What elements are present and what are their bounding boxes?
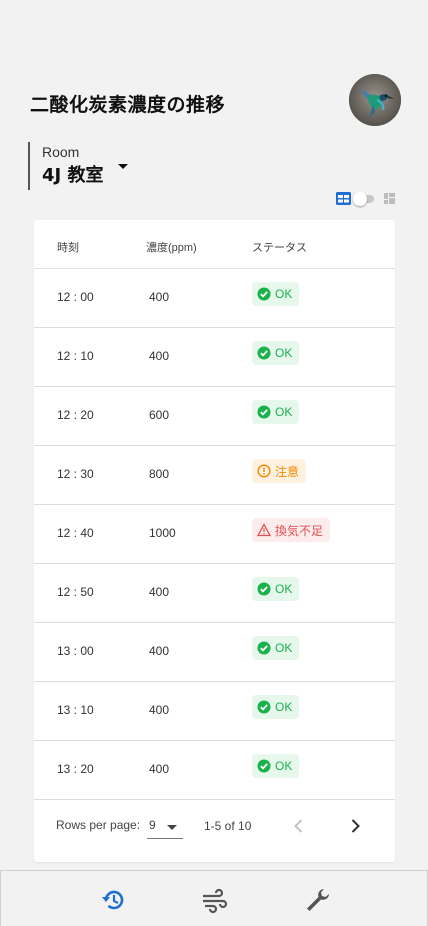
check-circle-icon (257, 405, 271, 419)
ppm-cell: 400 (149, 585, 170, 599)
table-row[interactable]: 12 : 00 400 OK (34, 269, 395, 328)
status-label: 注意 (275, 464, 300, 479)
rows-per-page-label: Rows per page: (56, 818, 141, 832)
check-circle-icon (257, 582, 271, 596)
time-cell: 12 : 30 (57, 467, 94, 481)
table-header: 時刻 濃度(ppm) ステータス (34, 220, 395, 269)
time-cell: 13 : 00 (57, 644, 94, 658)
status-badge: OK (252, 754, 300, 778)
toggle-knob (353, 192, 367, 206)
column-header-time[interactable]: 時刻 (57, 239, 79, 255)
data-table-card: 時刻 濃度(ppm) ステータス 12 : 00 400 OK 12 : 10 400 O… (34, 220, 395, 862)
ppm-cell: 400 (149, 703, 170, 717)
ppm-cell: 400 (149, 762, 170, 776)
bottom-navigation (0, 870, 428, 926)
status-label: OK (275, 346, 293, 360)
wrench-icon[interactable] (303, 886, 331, 914)
status-badge: OK (252, 400, 300, 424)
check-circle-icon (257, 700, 271, 714)
table-row[interactable]: 12 : 30 800 注意 (34, 446, 395, 505)
status-badge: OK (252, 341, 300, 365)
time-cell: 13 : 10 (57, 703, 94, 717)
time-cell: 12 : 50 (57, 585, 94, 599)
chevron-left-icon[interactable] (289, 816, 309, 836)
column-header-status[interactable]: ステータス (252, 239, 307, 255)
table-row[interactable]: 13 : 10 400 OK (34, 682, 395, 741)
history-icon[interactable] (99, 886, 127, 914)
check-circle-icon (257, 287, 271, 301)
status-badge: 注意 (252, 459, 307, 483)
check-circle-icon (257, 641, 271, 655)
check-circle-icon (257, 759, 271, 773)
wind-icon[interactable] (201, 886, 229, 914)
status-label: OK (275, 759, 293, 773)
header: 二酸化炭素濃度の推移 (30, 74, 402, 126)
table-icon[interactable] (336, 192, 351, 205)
time-cell: 12 : 40 (57, 526, 94, 540)
status-badge: 換気不足 (252, 518, 331, 542)
rows-per-page-select[interactable]: 9 (147, 817, 183, 839)
grid-icon[interactable] (384, 193, 395, 204)
status-label: OK (275, 641, 293, 655)
caret-down-icon (167, 825, 177, 830)
ppm-cell: 600 (149, 408, 170, 422)
page-range: 1-5 of 10 (204, 819, 252, 833)
table-row[interactable]: 12 : 40 1000 換気不足 (34, 505, 395, 564)
warning-triangle-icon (257, 523, 271, 537)
status-badge: OK (252, 636, 300, 660)
check-circle-icon (257, 346, 271, 360)
time-cell: 12 : 00 (57, 290, 94, 304)
room-label: Room (42, 144, 80, 160)
time-cell: 12 : 20 (57, 408, 94, 422)
table-row[interactable]: 12 : 20 600 OK (34, 387, 395, 446)
ppm-cell: 400 (149, 290, 170, 304)
table-row[interactable]: 12 : 50 400 OK (34, 564, 395, 623)
ppm-cell: 400 (149, 644, 170, 658)
status-label: OK (275, 582, 293, 596)
ppm-cell: 800 (149, 467, 170, 481)
status-label: OK (275, 700, 293, 714)
hummingbird-avatar[interactable] (349, 74, 401, 126)
time-cell: 13 : 20 (57, 762, 94, 776)
table-row[interactable]: 13 : 00 400 OK (34, 623, 395, 682)
view-toggle[interactable] (336, 192, 396, 206)
status-badge: OK (252, 695, 300, 719)
time-cell: 12 : 10 (57, 349, 94, 363)
pagination: Rows per page: 9 1-5 of 10 (34, 791, 395, 862)
ppm-cell: 1000 (149, 526, 176, 540)
page-title: 二酸化炭素濃度の推移 (30, 94, 226, 116)
ppm-cell: 400 (149, 349, 170, 363)
status-label: OK (275, 405, 293, 419)
status-label: OK (275, 287, 293, 301)
status-label: 換気不足 (275, 523, 324, 538)
caret-down-icon (118, 164, 128, 169)
room-selector[interactable]: Room 4J 教室 (28, 142, 138, 190)
status-badge: OK (252, 577, 300, 601)
alert-circle-icon (257, 464, 271, 478)
chevron-right-icon[interactable] (345, 816, 365, 836)
column-header-ppm[interactable]: 濃度(ppm) (146, 239, 197, 255)
status-badge: OK (252, 282, 300, 306)
table-row[interactable]: 12 : 10 400 OK (34, 328, 395, 387)
toggle-switch[interactable] (353, 192, 374, 206)
rows-per-page-value: 9 (149, 818, 156, 832)
